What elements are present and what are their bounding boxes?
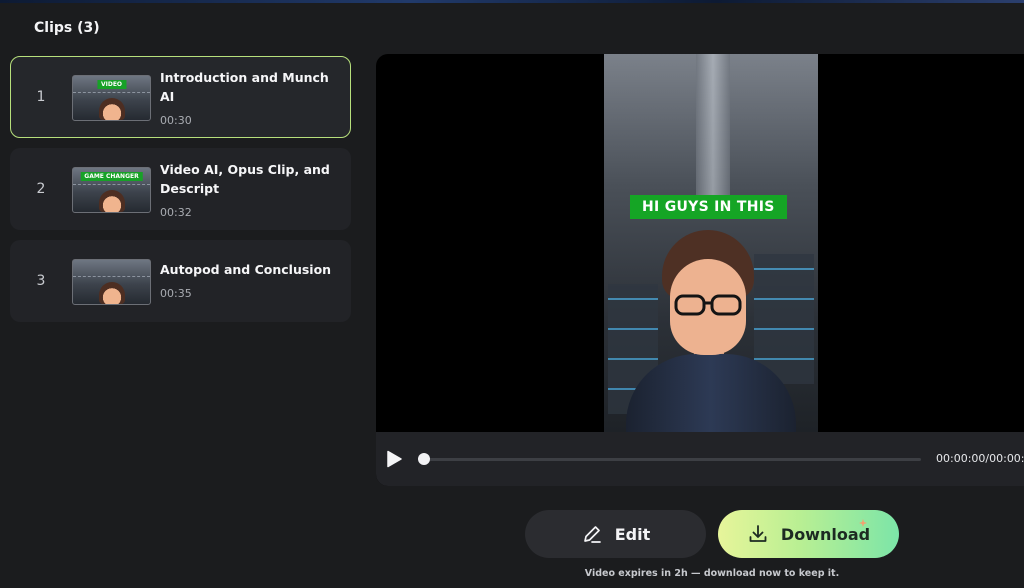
clips-panel-title: Clips (3): [34, 20, 100, 36]
clip-number: 2: [36, 181, 46, 197]
download-icon: [749, 525, 767, 542]
thumbnail-face: [99, 190, 125, 212]
clip-duration: 00:35: [160, 287, 192, 300]
edit-button[interactable]: Edit: [525, 510, 706, 558]
clip-duration: 00:32: [160, 206, 192, 219]
clip-title: Video AI, Opus Clip, and Descript: [160, 162, 330, 196]
thumbnail-face: [99, 98, 125, 120]
thumbnail-caption: GAME CHANGER: [80, 172, 143, 181]
thumbnail-face: [99, 282, 125, 304]
clip-thumbnail: [72, 259, 151, 305]
playback-time: 00:00:00/00:00:: [936, 452, 1024, 465]
video-frame[interactable]: HI GUYS IN THIS: [604, 54, 818, 432]
seek-handle[interactable]: [418, 453, 430, 465]
seek-bar[interactable]: [423, 458, 921, 461]
thumbnail-caption: VIDEO: [96, 80, 127, 89]
clip-item-2[interactable]: 2 GAME CHANGER Video AI, Opus Clip, and …: [10, 148, 351, 230]
video-caption: HI GUYS IN THIS: [630, 195, 787, 219]
download-button-label: Download: [780, 524, 871, 544]
player-controls: 00:00:00/00:00:: [376, 432, 1024, 486]
clip-title: Autopod and Conclusion: [160, 262, 332, 277]
clip-number: 3: [36, 273, 46, 289]
background-pillar: [696, 54, 730, 214]
video-player[interactable]: HI GUYS IN THIS 00:00:00/00:00:: [376, 54, 1024, 486]
expiry-notice: Video expires in 2h — download now to ke…: [584, 568, 840, 579]
pencil-icon: [583, 526, 601, 543]
clip-thumbnail: VIDEO: [72, 75, 151, 121]
clip-title: Introduction and Munch AI: [160, 70, 329, 104]
clip-item-3[interactable]: 3 Autopod and Conclusion 00:35: [10, 240, 351, 322]
clip-duration: 00:30: [160, 114, 192, 127]
clip-item-1[interactable]: 1 VIDEO Introduction and Munch AI 00:30: [10, 56, 351, 138]
glasses-icon: [674, 294, 742, 316]
play-icon[interactable]: [386, 450, 402, 468]
sparkle-icon: [859, 519, 867, 527]
download-button[interactable]: Download: [718, 510, 899, 558]
clip-thumbnail: GAME CHANGER: [72, 167, 151, 213]
clip-list: 1 VIDEO Introduction and Munch AI 00:30 …: [10, 56, 351, 332]
edit-button-label: Edit: [614, 524, 651, 544]
top-accent-strip: [0, 0, 1024, 3]
clip-number: 1: [36, 89, 46, 105]
